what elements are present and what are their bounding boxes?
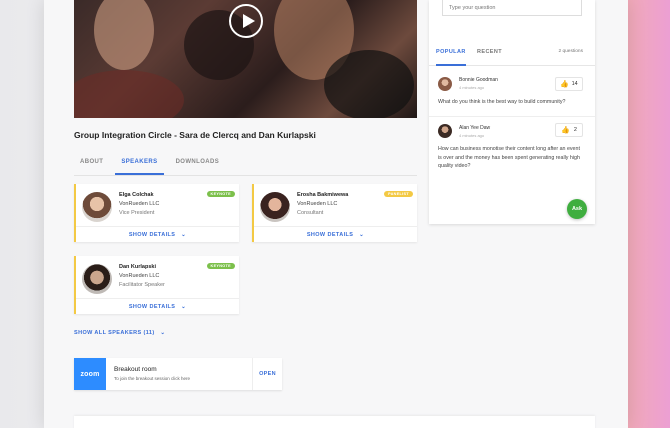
show-details-label: SHOW DETAILS	[306, 232, 354, 238]
like-button[interactable]: 👍 14	[555, 77, 583, 91]
speaker-role: Vice President	[119, 210, 155, 216]
speaker-company: VonRueden LLC	[297, 201, 338, 207]
list-item: Alan Yee Daw 4 minutes ago 👍 2 How can b…	[429, 117, 595, 179]
speaker-name: Dan Kurlapski	[119, 264, 156, 270]
qa-panel: POPULAR RECENT 2 questions Bonnie Goodma…	[429, 0, 595, 224]
show-details-button[interactable]: SHOW DETAILS ⌄	[254, 226, 417, 238]
show-details-label: SHOW DETAILS	[128, 304, 176, 310]
speaker-card: Erosha Bakmiwewa VonRueden LLC Consultan…	[252, 184, 417, 242]
question-count: 2 questions	[558, 49, 583, 54]
speaker-card: Dan Kurlapski VonRueden LLC Facilitator …	[74, 256, 239, 314]
show-details-button[interactable]: SHOW DETAILS ⌄	[76, 298, 239, 310]
speaker-role: Facilitator Speaker	[119, 282, 165, 288]
chevron-down-icon: ⌄	[355, 232, 365, 238]
like-count: 2	[573, 127, 577, 133]
question-author: Bonnie Goodman	[459, 77, 498, 83]
question-author: Alan Yee Daw	[459, 125, 491, 131]
tab-downloads[interactable]: DOWNLOADS	[170, 156, 226, 175]
show-all-speakers-button[interactable]: SHOW ALL SPEAKERS (11) ⌄	[74, 330, 165, 336]
ask-button[interactable]: Ask	[567, 199, 587, 219]
session-tabs: ABOUT SPEAKERS DOWNLOADS	[74, 156, 231, 175]
show-details-label: SHOW DETAILS	[128, 232, 176, 238]
show-details-button[interactable]: SHOW DETAILS ⌄	[76, 226, 239, 238]
bottom-panel	[74, 416, 595, 428]
question-text: How can business monotise their content …	[438, 146, 580, 169]
question-time: 4 minutes ago	[459, 133, 485, 138]
like-button[interactable]: 👍 2	[555, 123, 583, 137]
avatar	[82, 264, 112, 294]
status-badge: KEYNOTE	[206, 263, 235, 269]
question-text: What do you think is the best way to bui…	[438, 99, 566, 105]
avatar	[82, 192, 112, 222]
speaker-name: Elga Colchak	[119, 192, 154, 198]
status-badge: PANELIST	[384, 191, 413, 197]
status-badge: KEYNOTE	[206, 191, 235, 197]
zoom-logo: zoom	[74, 358, 106, 390]
like-count: 14	[571, 81, 578, 87]
qa-tabs: POPULAR RECENT 2 questions	[429, 46, 595, 66]
play-icon[interactable]	[229, 4, 263, 38]
tab-divider	[74, 175, 417, 176]
tab-about[interactable]: ABOUT	[74, 156, 109, 175]
list-item: Bonnie Goodman 4 minutes ago 👍 14 What d…	[429, 67, 595, 117]
show-all-label: SHOW ALL SPEAKERS (11)	[74, 330, 155, 336]
chevron-down-icon: ⌄	[177, 232, 187, 238]
speaker-card: Elga Colchak VonRueden LLC Vice Presiden…	[74, 184, 239, 242]
breakout-room-card[interactable]: zoom Breakout room To join the breakout …	[74, 358, 282, 390]
thumbs-up-icon: 👍	[560, 81, 569, 88]
video-player[interactable]	[74, 0, 417, 118]
breakout-title: Breakout room	[114, 366, 157, 373]
thumbs-up-icon: 👍	[561, 127, 570, 134]
open-button[interactable]: OPEN	[252, 358, 282, 390]
speaker-name: Erosha Bakmiwewa	[297, 192, 349, 198]
chevron-down-icon: ⌄	[177, 304, 187, 310]
speaker-role: Consultant	[297, 210, 324, 216]
tab-popular[interactable]: POPULAR	[436, 49, 466, 66]
avatar	[438, 124, 452, 138]
speaker-company: VonRueden LLC	[119, 201, 160, 207]
breakout-subtitle: To join the breakout session click here	[114, 376, 191, 381]
question-time: 4 minutes ago	[459, 85, 485, 90]
avatar	[438, 77, 452, 91]
tab-recent[interactable]: RECENT	[477, 49, 502, 64]
tab-speakers[interactable]: SPEAKERS	[115, 156, 164, 175]
event-page: Group Integration Circle - Sara de Clerc…	[44, 0, 628, 428]
chevron-down-icon: ⌄	[156, 330, 166, 336]
avatar	[260, 192, 290, 222]
speaker-company: VonRueden LLC	[119, 273, 160, 279]
question-input[interactable]	[442, 0, 582, 16]
session-title: Group Integration Circle - Sara de Clerc…	[74, 130, 316, 140]
